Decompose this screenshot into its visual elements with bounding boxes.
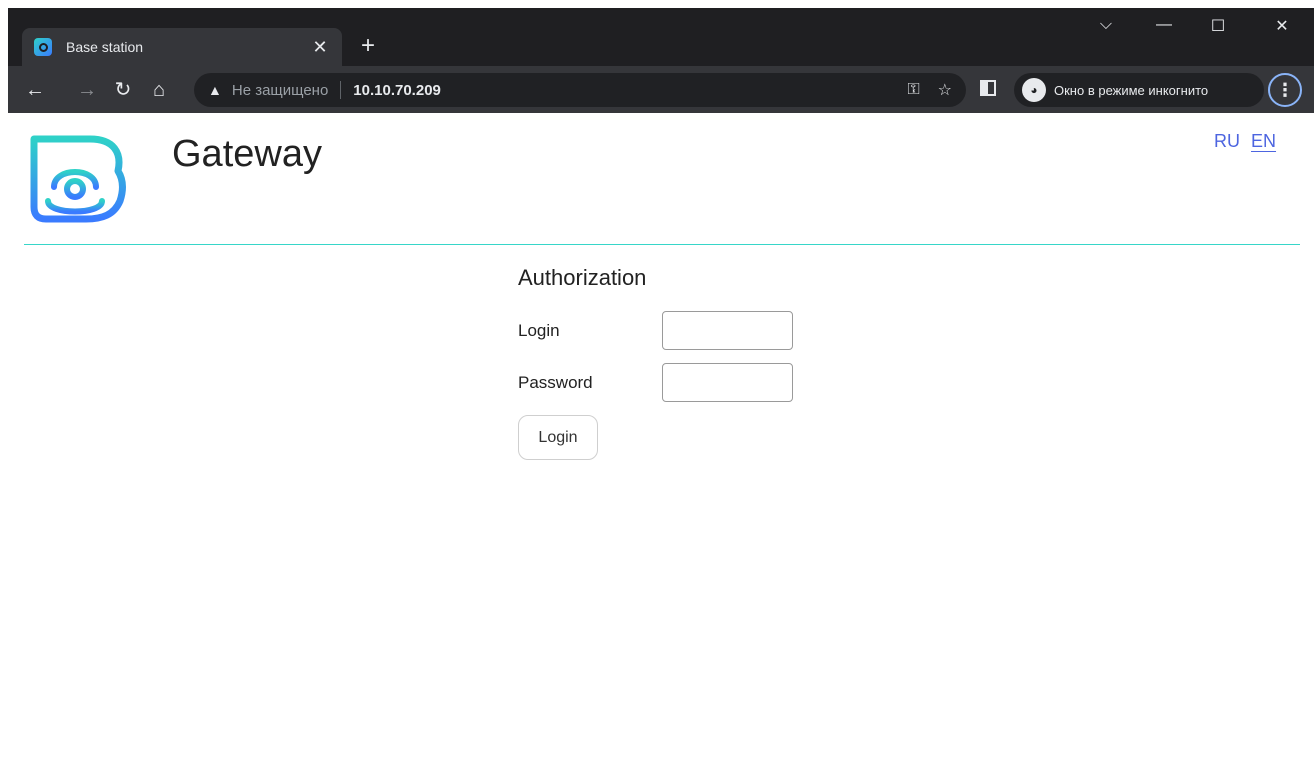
- separator: [340, 81, 342, 99]
- chevron-down-icon[interactable]: ⌵: [1086, 16, 1126, 34]
- lang-en-link[interactable]: EN: [1251, 131, 1276, 151]
- toolbar: ← → ↻ ⌂ ▲ Не защищено 10.10.70.209 ⚿ ☆ ◕…: [8, 66, 1314, 113]
- tab-base-station[interactable]: Base station ✕: [22, 28, 342, 66]
- page-content: Gateway RU EN Authorization Login Passwo…: [8, 113, 1314, 773]
- new-tab-icon[interactable]: +: [354, 32, 382, 60]
- login-row: Login: [518, 311, 793, 350]
- gateway-logo: [30, 135, 126, 223]
- home-icon[interactable]: ⌂: [146, 77, 172, 103]
- incognito-indicator[interactable]: ◕ Окно в режиме инкогнито: [1014, 73, 1264, 107]
- favicon-icon: [34, 38, 52, 56]
- tab-title: Base station: [66, 39, 144, 55]
- language-switcher: RU EN: [1214, 131, 1282, 152]
- star-icon[interactable]: ☆: [938, 80, 952, 100]
- login-button[interactable]: Login: [518, 415, 598, 460]
- browser-window: Base station ✕ + ⌵ — ☐ ✕ ← → ↻ ⌂ ▲ Не за…: [8, 8, 1314, 113]
- form-title: Authorization: [518, 265, 647, 290]
- address-bar[interactable]: ▲ Не защищено 10.10.70.209 ⚿ ☆: [194, 73, 966, 107]
- not-secure-label[interactable]: Не защищено: [232, 82, 328, 99]
- login-label: Login: [518, 320, 560, 340]
- key-icon[interactable]: ⚿: [907, 81, 919, 99]
- incognito-icon: ◕: [1022, 78, 1046, 102]
- menu-icon[interactable]: ⋮: [1268, 73, 1302, 107]
- header-divider: [24, 244, 1300, 245]
- brand-title: Gateway: [172, 133, 322, 175]
- forward-icon[interactable]: →: [74, 77, 100, 103]
- incognito-label: Окно в режиме инкогнито: [1054, 82, 1209, 98]
- authorization-form: Authorization Login Password Login: [518, 265, 793, 460]
- reload-icon[interactable]: ↻: [110, 77, 136, 103]
- side-panel-icon[interactable]: [980, 80, 996, 96]
- close-window-icon[interactable]: ✕: [1262, 16, 1302, 36]
- warning-icon[interactable]: ▲: [208, 82, 222, 98]
- password-row: Password: [518, 363, 793, 402]
- back-icon[interactable]: ←: [22, 77, 48, 103]
- password-label: Password: [518, 372, 593, 392]
- lang-ru-link[interactable]: RU: [1214, 131, 1240, 151]
- login-input[interactable]: [662, 311, 793, 350]
- tab-strip: Base station ✕ + ⌵ — ☐ ✕: [8, 8, 1314, 66]
- maximize-icon[interactable]: ☐: [1198, 16, 1238, 36]
- password-input[interactable]: [662, 363, 793, 402]
- minimize-icon[interactable]: —: [1144, 16, 1184, 34]
- url-text[interactable]: 10.10.70.209: [353, 82, 889, 99]
- close-tab-icon[interactable]: ✕: [310, 37, 330, 58]
